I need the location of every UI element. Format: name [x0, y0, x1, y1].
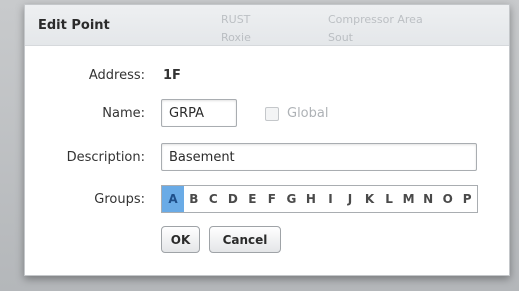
group-j-button[interactable]: J — [340, 186, 360, 212]
background-ghost-text: Roxie — [221, 31, 251, 44]
description-input[interactable] — [161, 143, 477, 171]
dialog-titlebar: RUST Compressor Area Roxie Sout Edit Poi… — [25, 5, 509, 46]
group-c-button[interactable]: C — [204, 186, 224, 212]
group-h-button[interactable]: H — [301, 186, 321, 212]
group-p-button[interactable]: P — [457, 186, 477, 212]
address-label: Address: — [88, 68, 145, 83]
address-value: 1F — [163, 68, 181, 83]
group-o-button[interactable]: O — [438, 186, 458, 212]
description-label: Description: — [66, 150, 145, 165]
group-a-button[interactable]: A — [162, 186, 184, 212]
group-k-button[interactable]: K — [360, 186, 380, 212]
group-b-button[interactable]: B — [184, 186, 204, 212]
background-ghost-text: RUST — [221, 13, 251, 26]
name-input[interactable] — [161, 99, 237, 127]
group-e-button[interactable]: E — [243, 186, 263, 212]
groups-selector: ABCDEFGHIJKLMNOP — [161, 185, 478, 213]
cancel-button[interactable]: Cancel — [209, 226, 281, 253]
edit-point-dialog: RUST Compressor Area Roxie Sout Edit Poi… — [24, 4, 510, 276]
group-i-button[interactable]: I — [321, 186, 341, 212]
group-d-button[interactable]: D — [223, 186, 243, 212]
dialog-title: Edit Point — [38, 18, 110, 33]
background-ghost-text: Sout — [328, 31, 353, 44]
name-label: Name: — [102, 106, 145, 121]
group-g-button[interactable]: G — [282, 186, 302, 212]
group-n-button[interactable]: N — [418, 186, 438, 212]
global-checkbox-label: Global — [287, 106, 329, 121]
groups-label: Groups: — [94, 192, 145, 207]
background-ghost-text: Compressor Area — [328, 13, 423, 26]
group-m-button[interactable]: M — [399, 186, 419, 212]
group-f-button[interactable]: F — [262, 186, 282, 212]
global-checkbox[interactable] — [265, 107, 279, 121]
group-l-button[interactable]: L — [379, 186, 399, 212]
ok-button[interactable]: OK — [161, 226, 200, 253]
